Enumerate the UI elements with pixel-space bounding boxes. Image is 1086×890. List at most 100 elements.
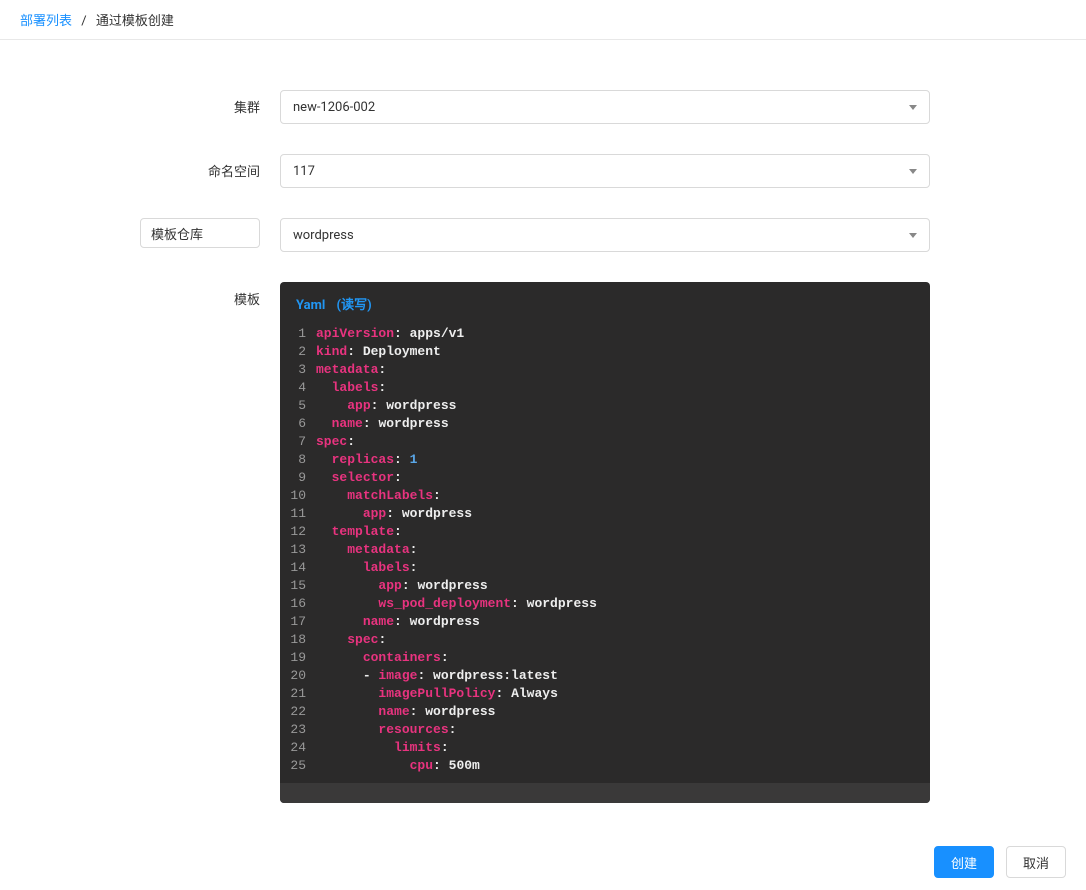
code-line: 16 ws_pod_deployment: wordpress [280,595,930,613]
row-template: 模板 Yaml (读写) 1apiVersion: apps/v12kind: … [120,282,966,803]
code-line: 2kind: Deployment [280,343,930,361]
breadcrumb: 部署列表 / 通过模板创建 [0,0,1086,40]
line-content[interactable]: app: wordpress [316,397,930,415]
form-area: 集群 new-1206-002 命名空间 117 模板仓库 wordpress [0,40,1086,823]
line-content[interactable]: name: wordpress [316,415,930,433]
select-namespace-value: 117 [293,164,315,179]
code-area[interactable]: 1apiVersion: apps/v12kind: Deployment3me… [280,325,930,783]
line-content[interactable]: labels: [316,379,930,397]
line-number: 1 [280,325,316,343]
select-namespace[interactable]: 117 [280,154,930,188]
label-cluster: 集群 [120,90,280,116]
line-content[interactable]: - image: wordpress:latest [316,667,930,685]
line-content[interactable]: imagePullPolicy: Always [316,685,930,703]
line-number: 25 [280,757,316,775]
line-number: 15 [280,577,316,595]
line-number: 3 [280,361,316,379]
line-content[interactable]: selector: [316,469,930,487]
code-line: 8 replicas: 1 [280,451,930,469]
code-line: 1apiVersion: apps/v1 [280,325,930,343]
caret-down-icon [909,233,917,238]
code-line: 3metadata: [280,361,930,379]
editor-mode: (读写) [337,298,372,313]
line-number: 14 [280,559,316,577]
line-content[interactable]: metadata: [316,541,930,559]
code-line: 25 cpu: 500m [280,757,930,775]
line-content[interactable]: spec: [316,631,930,649]
caret-down-icon [909,169,917,174]
line-number: 6 [280,415,316,433]
line-content[interactable]: app: wordpress [316,505,930,523]
line-number: 2 [280,343,316,361]
line-content[interactable]: app: wordpress [316,577,930,595]
code-line: 14 labels: [280,559,930,577]
line-number: 5 [280,397,316,415]
line-number: 22 [280,703,316,721]
line-content[interactable]: name: wordpress [316,613,930,631]
line-content[interactable]: resources: [316,721,930,739]
line-content[interactable]: replicas: 1 [316,451,930,469]
caret-down-icon [909,105,917,110]
label-template: 模板 [120,282,280,308]
code-line: 12 template: [280,523,930,541]
select-template-repo[interactable]: wordpress [280,218,930,252]
code-line: 21 imagePullPolicy: Always [280,685,930,703]
line-number: 4 [280,379,316,397]
code-line: 6 name: wordpress [280,415,930,433]
code-line: 20 - image: wordpress:latest [280,667,930,685]
line-number: 12 [280,523,316,541]
cancel-button[interactable]: 取消 [1006,846,1066,878]
code-line: 24 limits: [280,739,930,757]
code-line: 23 resources: [280,721,930,739]
line-number: 7 [280,433,316,451]
line-number: 8 [280,451,316,469]
code-line: 11 app: wordpress [280,505,930,523]
line-number: 20 [280,667,316,685]
select-template-repo-type[interactable]: 模板仓库 [140,218,260,248]
breadcrumb-separator: / [81,14,86,29]
label-namespace: 命名空间 [120,154,280,180]
line-content[interactable]: labels: [316,559,930,577]
code-line: 9 selector: [280,469,930,487]
editor-title: Yaml [296,298,325,313]
line-content[interactable]: apiVersion: apps/v1 [316,325,930,343]
code-line: 10 matchLabels: [280,487,930,505]
code-line: 5 app: wordpress [280,397,930,415]
select-cluster[interactable]: new-1206-002 [280,90,930,124]
code-line: 18 spec: [280,631,930,649]
line-number: 11 [280,505,316,523]
line-content[interactable]: spec: [316,433,930,451]
row-cluster: 集群 new-1206-002 [120,90,966,124]
line-content[interactable]: cpu: 500m [316,757,930,775]
line-number: 16 [280,595,316,613]
breadcrumb-link-deploy-list[interactable]: 部署列表 [20,14,72,29]
line-content[interactable]: limits: [316,739,930,757]
create-button[interactable]: 创建 [934,846,994,878]
yaml-editor[interactable]: Yaml (读写) 1apiVersion: apps/v12kind: Dep… [280,282,930,803]
editor-footer-bar [280,783,930,803]
line-content[interactable]: containers: [316,649,930,667]
line-number: 23 [280,721,316,739]
line-number: 9 [280,469,316,487]
line-content[interactable]: template: [316,523,930,541]
line-number: 10 [280,487,316,505]
line-content[interactable]: ws_pod_deployment: wordpress [316,595,930,613]
line-number: 18 [280,631,316,649]
code-line: 19 containers: [280,649,930,667]
select-cluster-value: new-1206-002 [293,100,375,115]
line-content[interactable]: name: wordpress [316,703,930,721]
editor-header: Yaml (读写) [280,282,930,325]
row-namespace: 命名空间 117 [120,154,966,188]
code-line: 13 metadata: [280,541,930,559]
row-template-repo: 模板仓库 wordpress [120,218,966,252]
line-content[interactable]: kind: Deployment [316,343,930,361]
line-number: 17 [280,613,316,631]
code-line: 17 name: wordpress [280,613,930,631]
code-line: 15 app: wordpress [280,577,930,595]
footer-actions: 创建 取消 [0,833,1086,890]
line-number: 21 [280,685,316,703]
line-number: 13 [280,541,316,559]
line-content[interactable]: matchLabels: [316,487,930,505]
line-content[interactable]: metadata: [316,361,930,379]
breadcrumb-current: 通过模板创建 [96,14,174,29]
